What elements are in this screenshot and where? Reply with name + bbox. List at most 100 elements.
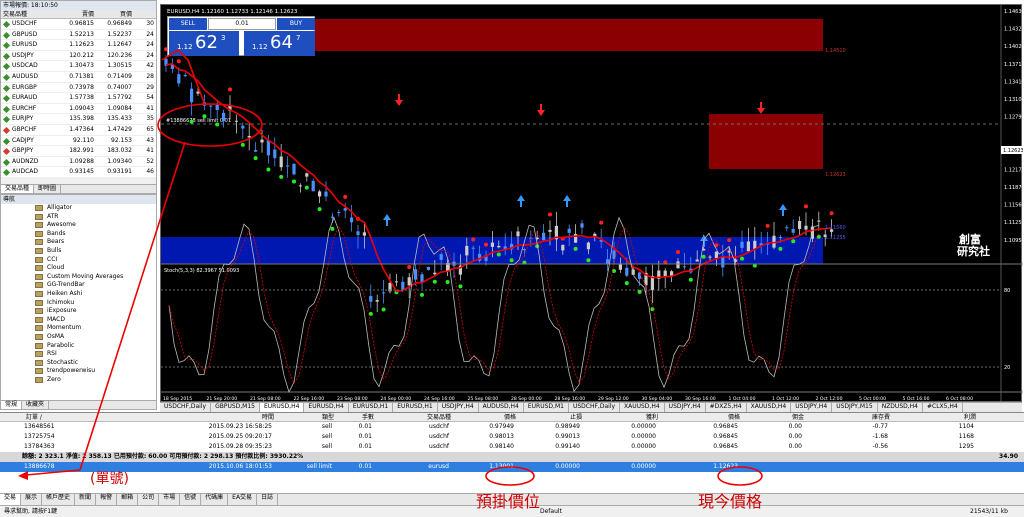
chart-tab[interactable]: USDJPY,H4 bbox=[665, 403, 706, 412]
chart-tab[interactable]: AUDUSD,H4 bbox=[479, 403, 524, 412]
terminal-col-header[interactable]: 庫存費 bbox=[804, 413, 890, 421]
order-cell: 0.00000 bbox=[631, 443, 656, 450]
navigator-item[interactable]: RSI bbox=[1, 350, 156, 359]
chart-tab[interactable]: NZDUSD,H4 bbox=[878, 403, 923, 412]
order-cell: 2015.09.28 09:35:23 bbox=[208, 443, 272, 450]
terminal-tab[interactable]: 市場 bbox=[159, 494, 181, 505]
navigator-item[interactable]: GG-TrendBar bbox=[1, 281, 156, 290]
terminal-tab[interactable]: 展示 bbox=[21, 494, 43, 505]
tab-favorites[interactable]: 收藏夾 bbox=[22, 401, 50, 409]
chart-tab[interactable]: EURUSD,H1 bbox=[349, 403, 394, 412]
chart-tab[interactable]: USDCHF,Daily bbox=[569, 403, 620, 412]
terminal-col-header[interactable]: 類型 bbox=[274, 413, 334, 421]
terminal-col-header[interactable]: 交易品種 bbox=[374, 413, 451, 421]
order-row[interactable]: 13648561 2015.09.23 16:58:25 sell 0.01 usdch… bbox=[0, 422, 1024, 432]
navigator-item[interactable]: Zero bbox=[1, 376, 156, 385]
navigator-item[interactable]: Bands bbox=[1, 230, 156, 239]
terminal-col-header[interactable]: 手數 bbox=[334, 413, 374, 421]
navigator-item[interactable]: Cloud bbox=[1, 264, 156, 273]
market-watch-row[interactable]: EURUSD 1.12623 1.12647 24 bbox=[1, 40, 156, 51]
chart-canvas[interactable]: EURUSD,H4 1.12160 1.12733 1.12146 1.1262… bbox=[161, 5, 1023, 403]
market-watch-row[interactable]: GBPUSD 1.52213 1.52237 24 bbox=[1, 29, 156, 41]
buy-button[interactable]: BUY bbox=[277, 18, 315, 30]
market-watch-row[interactable]: EURCHF 1.09043 1.09084 41 bbox=[1, 103, 156, 115]
col-ask[interactable]: 買價 bbox=[96, 10, 134, 18]
terminal-col-header[interactable]: 佣金 bbox=[740, 413, 804, 421]
chart-tab[interactable]: USDJPY,H4 bbox=[791, 403, 833, 412]
market-watch-row[interactable]: EURJPY 135.398 135.433 35 bbox=[1, 114, 156, 125]
terminal-tab[interactable]: 日誌 bbox=[257, 494, 279, 505]
navigator-item[interactable]: Alligator bbox=[1, 204, 156, 213]
navigator-item[interactable]: Custom Moving Averages bbox=[1, 273, 156, 282]
sell-price-box[interactable]: 1.12 62 3 bbox=[169, 31, 239, 56]
terminal-tab[interactable]: EA交易 bbox=[228, 494, 258, 505]
terminal-col-header[interactable]: 價格 bbox=[658, 413, 740, 421]
navigator-item[interactable]: OsMA bbox=[1, 333, 156, 342]
navigator-item[interactable]: Momentum bbox=[1, 324, 156, 333]
navigator-item[interactable]: ATR bbox=[1, 213, 156, 222]
terminal-tab[interactable]: 信號 bbox=[180, 494, 202, 505]
terminal-tab[interactable]: 交易 bbox=[0, 494, 22, 505]
terminal-col-header[interactable]: 止損 bbox=[516, 413, 582, 421]
pending-order-row[interactable]: 13886678 2015.10.06 18:01:53 sell limit 0.0… bbox=[0, 462, 1024, 472]
chart-tab[interactable]: EURUSD,H4 bbox=[260, 403, 305, 412]
chart-tab[interactable]: EURUSD,H1 bbox=[393, 403, 438, 412]
market-watch-row[interactable]: EURAUD 1.57738 1.57792 54 bbox=[1, 93, 156, 104]
order-row[interactable]: 13784363 2015.09.28 09:35:23 sell 0.01 usdch… bbox=[0, 442, 1024, 452]
col-spread[interactable] bbox=[134, 10, 156, 18]
terminal-col-header[interactable]: 時間 bbox=[182, 413, 274, 421]
market-watch-row[interactable]: AUDUSD 0.71381 0.71409 28 bbox=[1, 71, 156, 83]
navigator-item[interactable]: CCI bbox=[1, 256, 156, 265]
terminal-col-header[interactable]: 獲利 bbox=[582, 413, 658, 421]
chart-tab[interactable]: USDJPY,M15 bbox=[832, 403, 878, 412]
lot-input[interactable]: 0.01 bbox=[208, 18, 276, 30]
chart-tab[interactable]: EURUSD,M1 bbox=[524, 403, 569, 412]
chart-tab[interactable]: #CLX5,H4 bbox=[923, 403, 963, 412]
navigator-item[interactable]: Bears bbox=[1, 238, 156, 247]
terminal-tab[interactable]: 代碼庫 bbox=[201, 494, 229, 505]
chart-tab[interactable]: EURUSD,H4 bbox=[304, 403, 349, 412]
col-bid[interactable]: 賣價 bbox=[52, 10, 96, 18]
terminal-col-header[interactable]: 利潤 bbox=[890, 413, 980, 421]
navigator-item[interactable]: Awesome bbox=[1, 221, 156, 230]
chart-tab[interactable]: #DXZ5,H4 bbox=[706, 403, 747, 412]
market-watch-row[interactable]: GBPCHF 1.47364 1.47429 65 bbox=[1, 124, 156, 136]
market-watch-row[interactable]: AUDCAD 0.93145 0.93191 46 bbox=[1, 167, 156, 178]
navigator-item[interactable]: trendpowerwisu bbox=[1, 367, 156, 376]
market-watch-row[interactable]: USDCAD 1.30473 1.30515 42 bbox=[1, 61, 156, 72]
order-row[interactable]: 13725754 2015.09.25 09:20:17 sell 0.01 usdch… bbox=[0, 432, 1024, 442]
tab-symbols[interactable]: 交易品種 bbox=[1, 185, 35, 193]
market-watch-row[interactable]: USDCHF 0.96815 0.96849 30 bbox=[1, 19, 156, 30]
navigator-item[interactable]: MACD bbox=[1, 316, 156, 325]
terminal-tab[interactable]: 公司 bbox=[138, 494, 160, 505]
market-watch-row[interactable]: AUDNZD 1.09288 1.09340 52 bbox=[1, 156, 156, 168]
col-symbol[interactable]: 交易品種 bbox=[1, 10, 52, 18]
tab-common[interactable]: 常規 bbox=[1, 401, 23, 409]
chart-tab[interactable]: GBPUSD,M15 bbox=[211, 403, 260, 412]
navigator-item[interactable]: Parabolic bbox=[1, 342, 156, 351]
terminal-tab[interactable]: 報警 bbox=[96, 494, 118, 505]
navigator-item[interactable]: Ichimoku bbox=[1, 299, 156, 308]
chart-tab[interactable]: XAUUSD,H4 bbox=[747, 403, 792, 412]
chart-tab[interactable]: USDCHF,Daily bbox=[160, 403, 212, 412]
terminal-tab[interactable]: 新聞 bbox=[75, 494, 97, 505]
buy-price-box[interactable]: 1.12 64 7 bbox=[244, 31, 315, 56]
market-watch-row[interactable]: CADJPY 92.110 92.153 43 bbox=[1, 135, 156, 147]
chart-window[interactable]: EURUSD,H4 1.12160 1.12733 1.12146 1.1262… bbox=[160, 4, 1023, 403]
symbol-name: EURCHF bbox=[12, 104, 37, 112]
terminal-col-header[interactable]: 價格 bbox=[451, 413, 516, 421]
chart-tab[interactable]: XAUUSD,H4 bbox=[620, 403, 665, 412]
chart-tab[interactable]: USDJPY,H4 bbox=[438, 403, 479, 412]
terminal-col-header[interactable]: 訂單 / bbox=[22, 413, 182, 421]
navigator-item[interactable]: Bulls bbox=[1, 247, 156, 256]
navigator-item[interactable]: Heiken Ashi bbox=[1, 290, 156, 299]
market-watch-row[interactable]: USDJPY 120.212 120.236 24 bbox=[1, 50, 156, 62]
navigator-item[interactable]: Stochastic bbox=[1, 359, 156, 368]
navigator-item[interactable]: iExposure bbox=[1, 307, 156, 316]
terminal-tab[interactable]: 帳戶歷史 bbox=[42, 494, 76, 505]
sell-button[interactable]: SELL bbox=[169, 18, 207, 30]
market-watch-row[interactable]: GBPJPY 182.991 183.032 41 bbox=[1, 146, 156, 157]
tab-tick-chart[interactable]: 即時圖 bbox=[34, 185, 62, 193]
market-watch-row[interactable]: EURGBP 0.73978 0.74007 29 bbox=[1, 82, 156, 94]
terminal-tab[interactable]: 郵箱 bbox=[117, 494, 139, 505]
